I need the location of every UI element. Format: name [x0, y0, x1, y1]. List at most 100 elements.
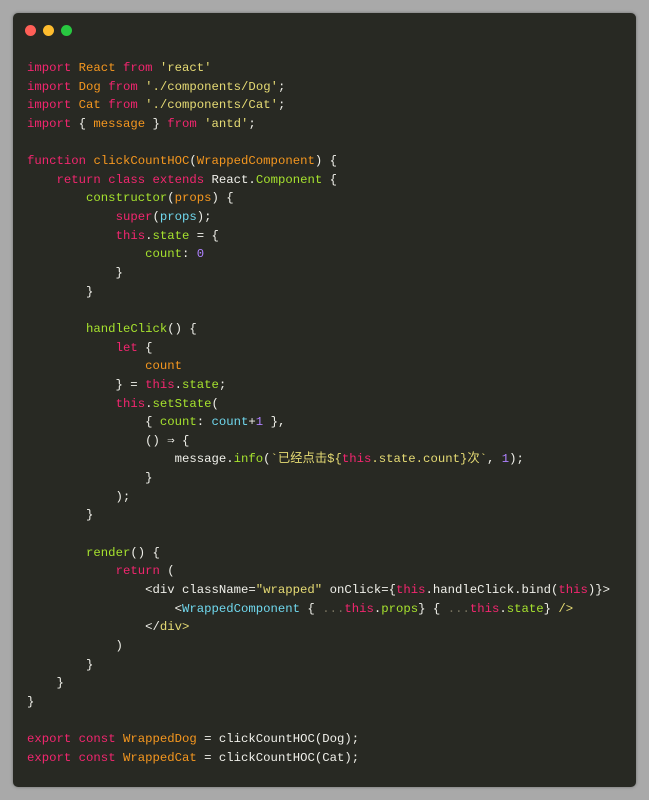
token-string: 'react' [159, 61, 212, 75]
token-code-text: < [27, 601, 182, 616]
code-line: } [27, 469, 610, 488]
token-class-name: clickCountHOC [93, 154, 190, 169]
code-line: ) [27, 637, 610, 656]
token-code-text [27, 341, 116, 355]
token-keyword: import [27, 61, 72, 75]
token-code-text: } = [27, 377, 146, 392]
token-code-text [71, 61, 78, 75]
token-keyword: this [469, 601, 500, 616]
token-code-text: message. [27, 452, 234, 467]
code-block: import React from 'react' import Dog from… [27, 59, 610, 767]
token-code-text: = clickCountHOC(Cat); [196, 750, 360, 765]
token-code-text [116, 751, 123, 765]
token-function-name: handleClick [86, 321, 168, 336]
minimize-window-button[interactable] [43, 25, 54, 36]
token-code-text: <div className= [27, 582, 256, 597]
token-keyword: export [27, 732, 72, 747]
token-code-text [27, 173, 57, 187]
code-line: function clickCountHOC(WrappedComponent)… [27, 152, 610, 171]
token-code-text: : [196, 415, 212, 430]
token-keyword: const [78, 750, 116, 765]
window-controls [25, 25, 72, 36]
token-code-text: = { [189, 228, 219, 243]
token-code-text [27, 191, 86, 205]
code-line: export const WrappedCat = clickCountHOC(… [27, 749, 610, 768]
code-line: import { message } from 'antd'; [27, 115, 610, 134]
token-code-text: ; [277, 79, 286, 94]
close-window-button[interactable] [25, 25, 36, 36]
token-code-text: } [27, 266, 123, 281]
token-keyword: from [108, 98, 138, 113]
token-code-text: ; [248, 116, 256, 131]
token-keyword: from [122, 61, 153, 75]
code-line: import Dog from './components/Dog'; [27, 78, 610, 97]
token-keyword: from [108, 79, 138, 94]
token-keyword: this [344, 601, 374, 616]
token-keyword: this [145, 377, 175, 392]
token-function-name: render [86, 545, 131, 560]
token-keyword: import [27, 116, 72, 131]
token-function-name: Component [255, 172, 323, 187]
token-class-name: WrappedCat [122, 750, 197, 765]
token-code-text: } [27, 508, 94, 523]
token-code-text [116, 61, 123, 75]
token-keyword: this [558, 582, 588, 597]
token-code-text [27, 397, 116, 411]
token-code-text [145, 173, 152, 187]
token-code-text: ) { [314, 154, 337, 169]
token-code-text: } [145, 116, 168, 131]
token-code-text: ); [27, 489, 131, 504]
maximize-window-button[interactable] [61, 25, 72, 36]
code-line: } [27, 693, 610, 712]
code-line: return ( [27, 562, 610, 581]
code-line: handleClick() { [27, 320, 610, 339]
token-code-text: ( [167, 191, 175, 206]
code-line: message.info(`已经点击${this.state.count}次`,… [27, 450, 610, 469]
code-line: this.state = { [27, 227, 610, 246]
token-class-name: WrappedDog [122, 732, 197, 747]
token-string: /> [558, 601, 574, 616]
token-code-text: , [487, 452, 502, 467]
token-keyword: extends [152, 172, 205, 187]
token-keyword: export [27, 750, 72, 765]
token-code-text: )}> [587, 582, 611, 597]
token-function-name: props [381, 601, 419, 616]
code-line: return class extends React.Component { [27, 171, 610, 190]
token-function-name: state [506, 601, 544, 616]
token-keyword: function [27, 154, 87, 169]
token-code-text [153, 61, 160, 75]
token-code-text: + [248, 415, 256, 430]
token-keyword: this [395, 582, 426, 597]
token-code-text [27, 564, 116, 578]
code-line: render() { [27, 544, 610, 563]
token-keyword: import [27, 98, 72, 113]
token-code-text [27, 322, 86, 336]
token-class-name: Dog [78, 79, 101, 94]
token-code-text: ( [152, 210, 160, 225]
token-code-text: { [27, 415, 160, 430]
code-line: { count: count+1 }, [27, 413, 610, 432]
code-line: count: 0 [27, 245, 610, 264]
code-line: ); [27, 488, 610, 507]
token-code-text [71, 80, 78, 94]
code-line: } [27, 674, 610, 693]
token-code-text: React. [204, 172, 256, 187]
token-class-name: props [174, 191, 212, 206]
token-keyword: super [115, 210, 153, 225]
token-variable: props [159, 210, 197, 225]
token-class-name: Cat [78, 98, 101, 113]
token-code-text: { [322, 172, 337, 187]
token-code-text: ( [211, 396, 219, 411]
token-code-text: ( [263, 452, 271, 467]
token-code-text: . [174, 377, 182, 392]
code-line: count [27, 357, 610, 376]
token-keyword: class [108, 172, 146, 187]
token-code-text [71, 732, 78, 746]
token-code-text: } [27, 676, 64, 691]
token-keyword: const [78, 732, 116, 747]
token-code-text: { [300, 601, 323, 616]
code-line: } [27, 506, 610, 525]
code-line: constructor(props) { [27, 189, 610, 208]
